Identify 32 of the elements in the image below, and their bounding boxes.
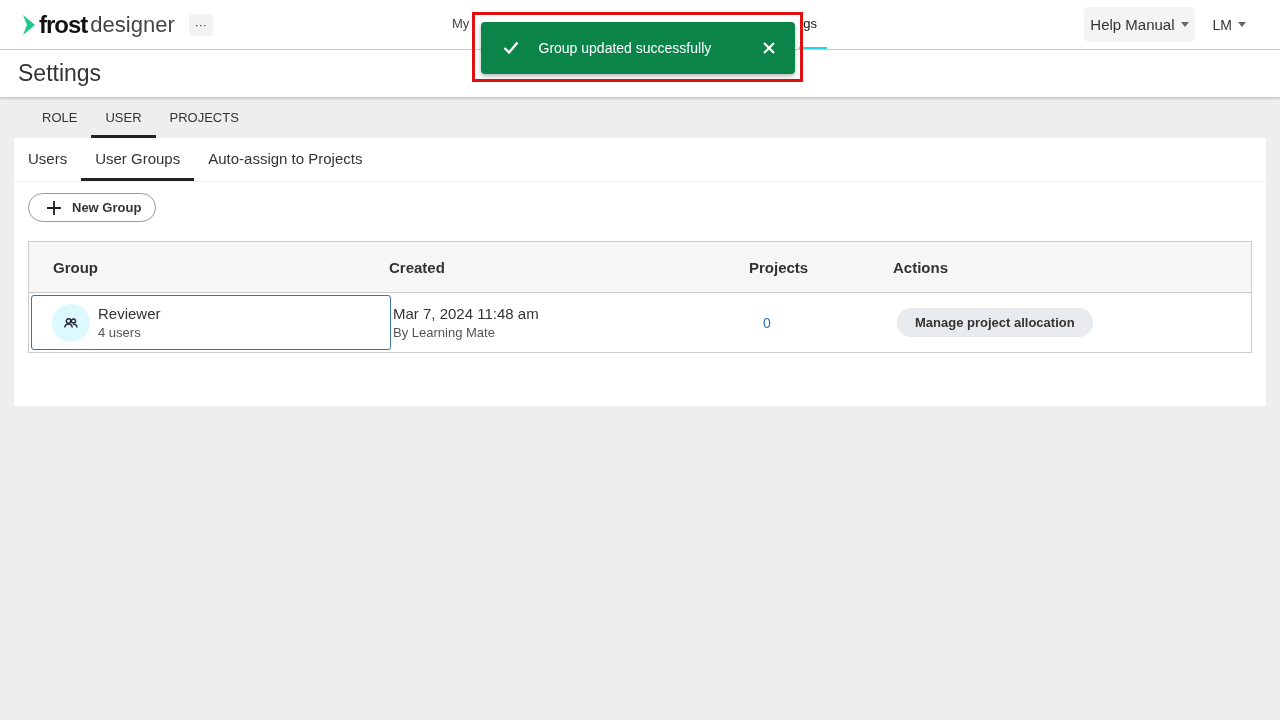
- toast-message: Group updated successfully: [538, 39, 713, 56]
- help-menu-button[interactable]: Help Manual: [1084, 7, 1195, 42]
- member-count: 4 users: [98, 325, 142, 340]
- column-header: Group: [52, 258, 99, 276]
- tab[interactable]: ROLE: [28, 100, 92, 138]
- new-group-button[interactable]: New Group: [28, 193, 157, 222]
- more-button[interactable]: ···: [188, 13, 213, 36]
- project-count-link[interactable]: 0: [763, 314, 771, 331]
- plus-icon: [47, 200, 61, 215]
- column-header: Actions: [893, 258, 948, 276]
- close-button[interactable]: [760, 39, 777, 56]
- group-name: Reviewer: [98, 305, 161, 322]
- logo-text: designer: [90, 11, 175, 38]
- subtab[interactable]: User Groups: [81, 138, 195, 181]
- group-cell[interactable]: Reviewer 4 users: [31, 295, 391, 350]
- caret-icon: [1180, 22, 1189, 27]
- user-menu-button[interactable]: LM: [1208, 8, 1250, 41]
- created-by: By Learning Mate: [393, 325, 496, 340]
- logo-chevron-icon: [22, 13, 36, 36]
- column-header: Projects: [749, 258, 810, 276]
- manage-project-allocation-button[interactable]: Manage project allocation: [897, 308, 1093, 337]
- caret-icon: [1238, 22, 1246, 27]
- nav-link[interactable]: My: [452, 0, 470, 49]
- tab[interactable]: PROJECTS: [155, 100, 253, 138]
- checkmark-icon: [502, 41, 519, 54]
- column-header: Created: [389, 258, 446, 276]
- page-title: Settings: [18, 60, 102, 87]
- subtab[interactable]: Auto-assign to Projects: [194, 138, 377, 181]
- group-icon: [52, 303, 90, 342]
- created-date: Mar 7, 2024 11:48 am: [393, 305, 540, 322]
- logo-text: frost: [39, 10, 88, 39]
- subtab[interactable]: Users: [14, 138, 82, 181]
